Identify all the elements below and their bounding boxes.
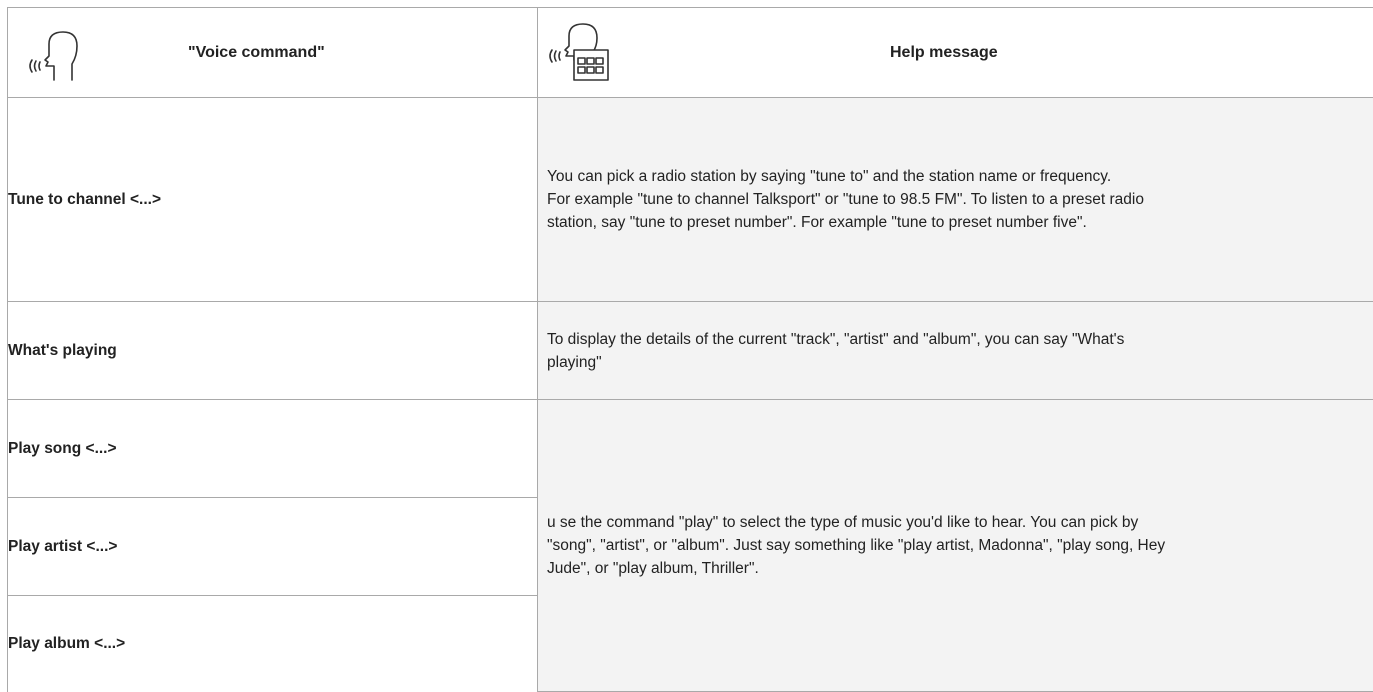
- speaking-head-icon: [18, 20, 90, 86]
- voice-command-header-title: "Voice command": [188, 8, 325, 97]
- table-row: What's playing To display the details of…: [8, 302, 1373, 400]
- help-line: Jude", or "play album, Thriller".: [547, 557, 1360, 580]
- command-cell: Play artist <...>: [8, 498, 538, 596]
- help-message-header: Help message: [538, 8, 1373, 98]
- help-line: You can pick a radio station by saying "…: [547, 165, 1360, 188]
- command-cell: What's playing: [8, 302, 538, 400]
- voice-command-table: "Voice command": [7, 7, 1373, 692]
- help-line: playing": [547, 351, 1360, 374]
- help-line: To display the details of the current "t…: [547, 328, 1360, 351]
- speaking-head-screen-icon: [548, 20, 620, 86]
- table-header-row: "Voice command": [8, 8, 1373, 98]
- command-cell: Play song <...>: [8, 400, 538, 498]
- help-cell: u se the command "play" to select the ty…: [538, 400, 1373, 692]
- help-cell: You can pick a radio station by saying "…: [538, 98, 1373, 302]
- help-message-header-title: Help message: [890, 8, 998, 97]
- command-cell: Play album <...>: [8, 596, 538, 692]
- help-line: "song", "artist", or "album". Just say s…: [547, 534, 1360, 557]
- table-row: Play song <...> u se the command "play" …: [8, 400, 1373, 498]
- voice-command-header: "Voice command": [8, 8, 538, 98]
- help-line: For example "tune to channel Talksport" …: [547, 188, 1360, 211]
- help-cell: To display the details of the current "t…: [538, 302, 1373, 400]
- help-line: station, say "tune to preset number". Fo…: [547, 211, 1360, 234]
- table-row: Tune to channel <...> You can pick a rad…: [8, 98, 1373, 302]
- help-line: u se the command "play" to select the ty…: [547, 511, 1360, 534]
- command-cell: Tune to channel <...>: [8, 98, 538, 302]
